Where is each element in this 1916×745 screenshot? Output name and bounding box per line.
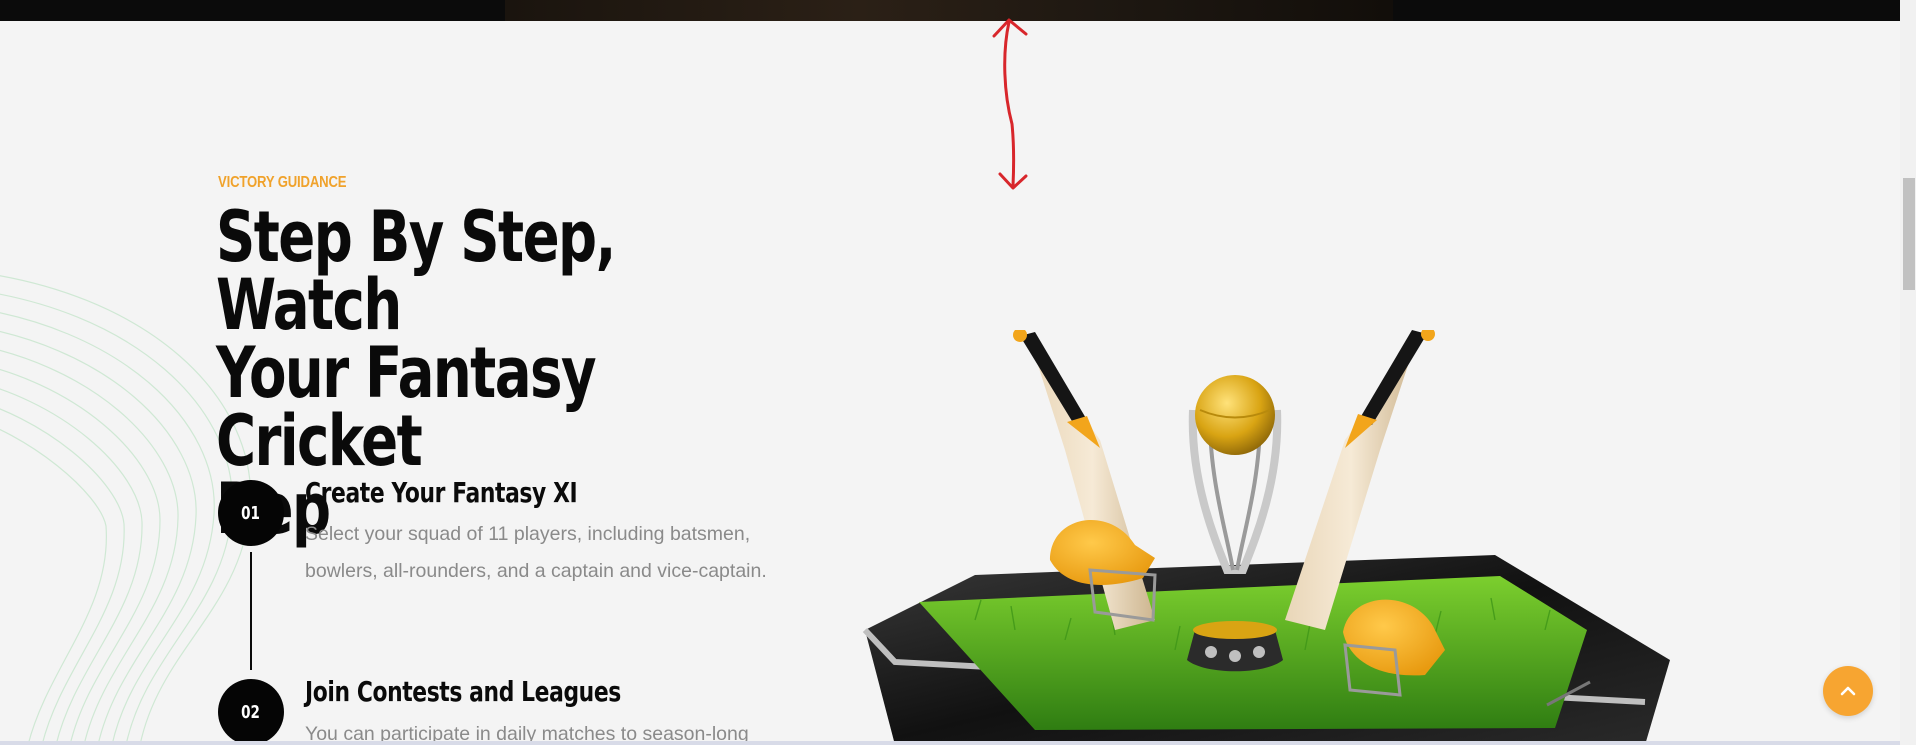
step-number: 01 (241, 502, 261, 524)
step-description-line: Select your squad of 11 players, includi… (305, 523, 751, 545)
step-number-badge: 01 (218, 480, 284, 546)
heading-line-1: Step By Step, Watch (216, 196, 616, 346)
step-description: Select your squad of 11 players, includi… (305, 516, 805, 590)
step-number-badge: 02 (218, 679, 284, 745)
bottom-edge (0, 741, 1900, 745)
step-title: Join Contests and Leagues (305, 675, 621, 708)
section-eyebrow: VICTORY GUIDANCE (218, 174, 347, 191)
scroll-to-top-button[interactable] (1823, 666, 1873, 716)
step-description-line: bowlers, all-rounders, and a captain and… (305, 560, 767, 582)
hero-image-band (0, 0, 1900, 21)
cricket-trophy-phone-illustration (862, 330, 1670, 745)
double-arrow-icon (992, 18, 1028, 190)
heading-line-2: Your Fantasy Cricket (216, 332, 597, 482)
scrollbar-thumb[interactable] (1903, 178, 1915, 290)
scrollbar-track[interactable] (1900, 0, 1916, 745)
step-title: Create Your Fantasy XI (305, 476, 578, 509)
timeline-connector (250, 552, 252, 670)
step-number: 02 (241, 701, 261, 723)
chevron-up-icon (1840, 686, 1856, 696)
hero-photo (505, 0, 1393, 21)
